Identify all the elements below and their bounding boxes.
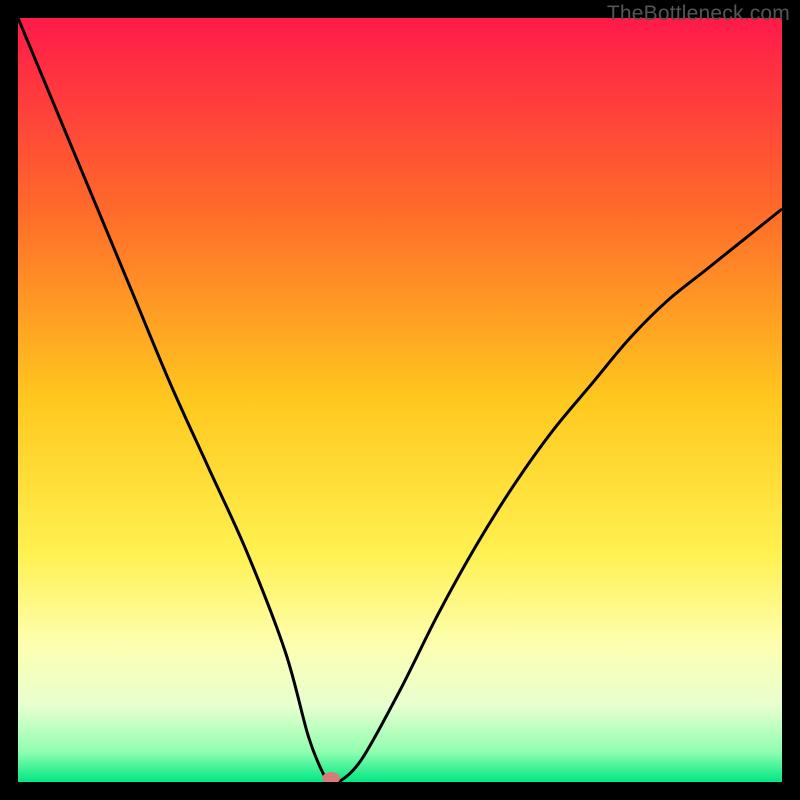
chart-svg <box>18 18 782 782</box>
watermark-text: TheBottleneck.com <box>607 2 790 26</box>
gradient-background <box>18 18 782 782</box>
chart-container: TheBottleneck.com <box>0 0 800 800</box>
plot-area <box>18 18 782 782</box>
